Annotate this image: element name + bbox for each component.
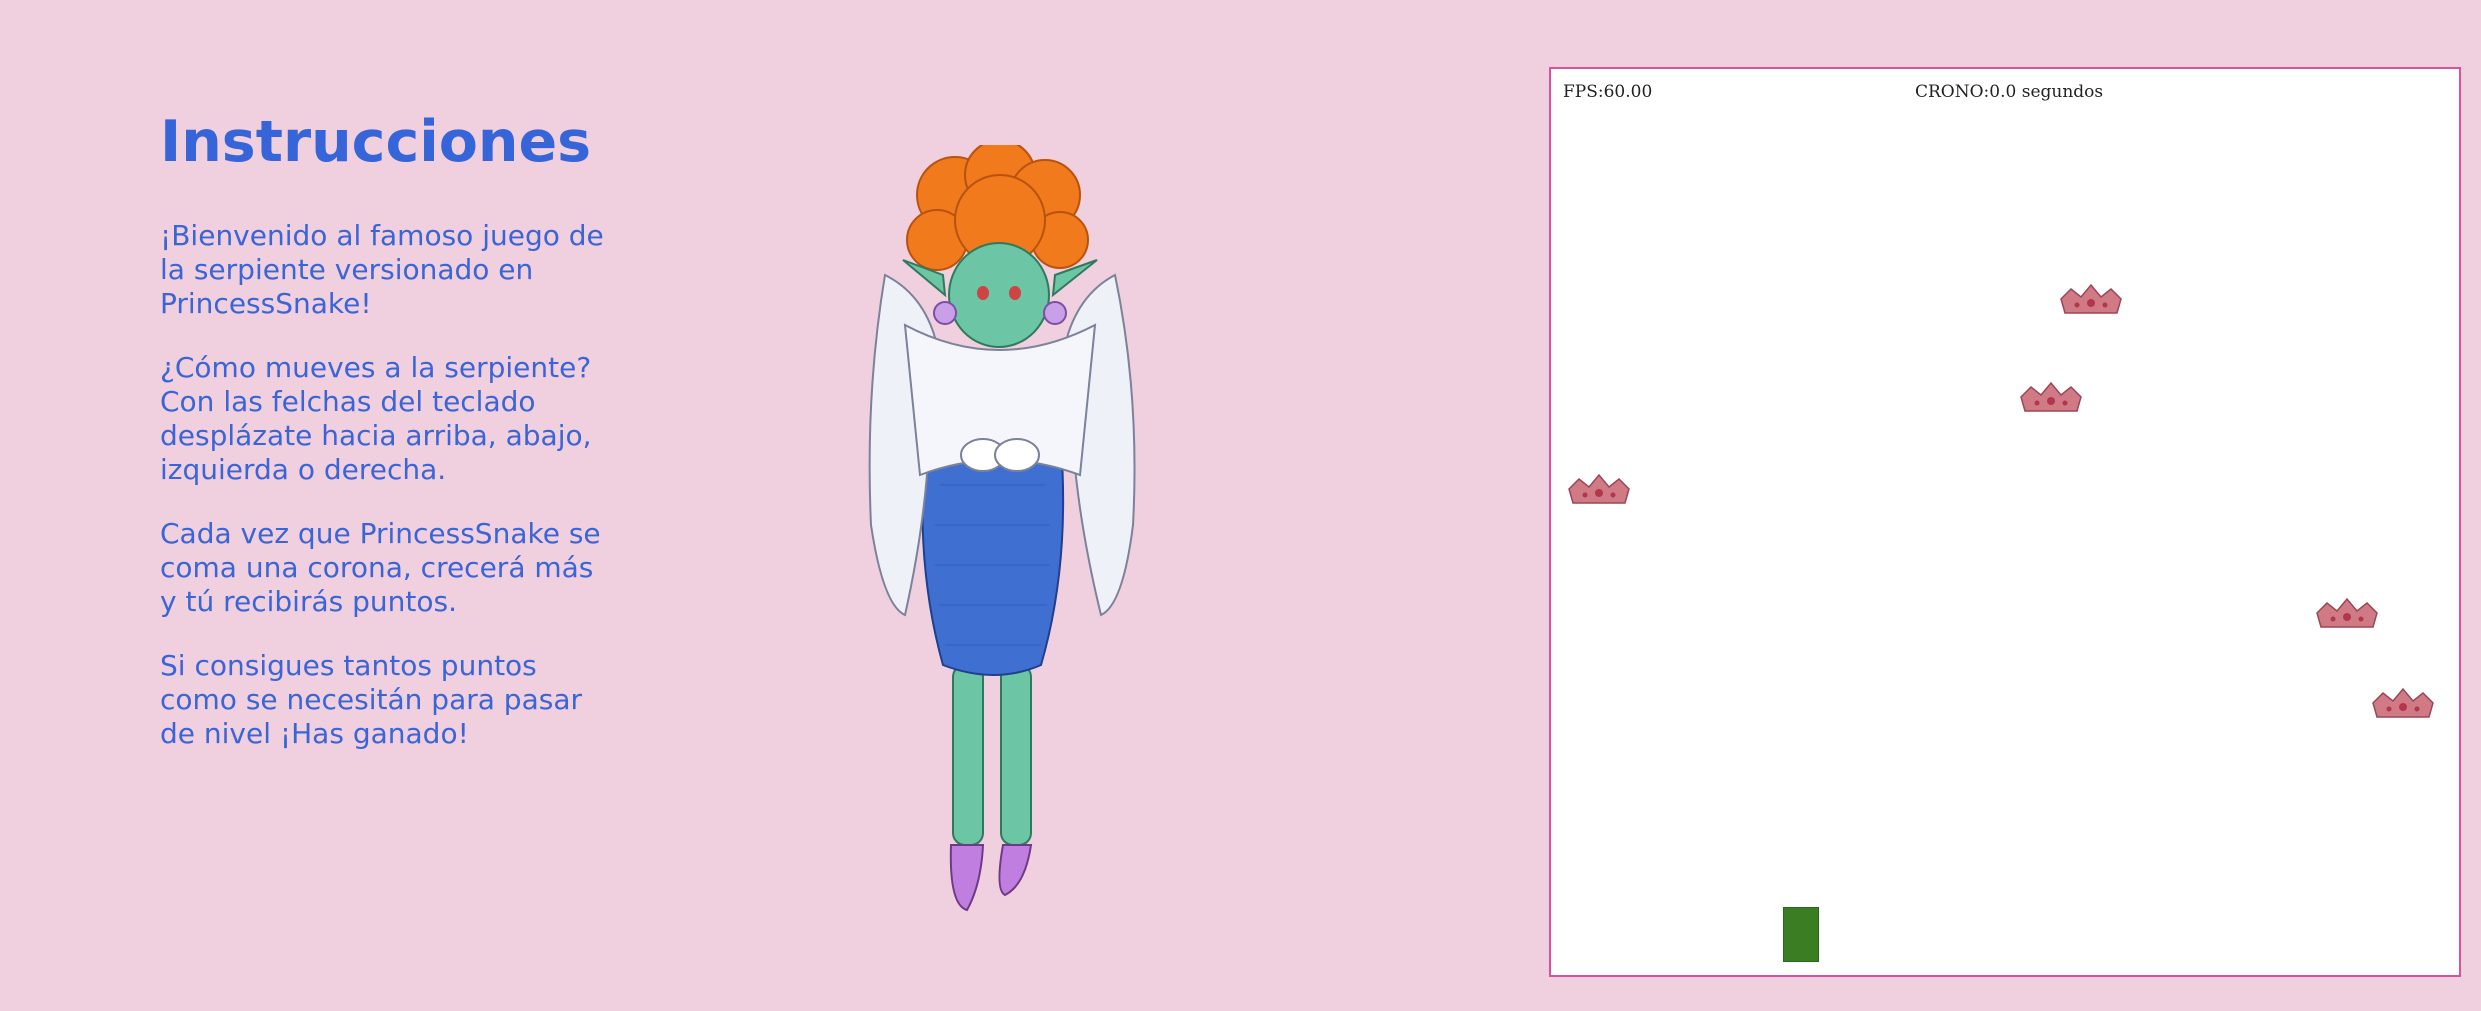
crown-icon (2316, 597, 2378, 628)
crown-icon (2372, 687, 2434, 718)
instructions-paragraph-crowns: Cada vez que PrincessSnake se coma una c… (160, 517, 601, 618)
instructions-paragraph-controls: ¿Cómo mueves a la serpiente? Con las fel… (160, 351, 592, 486)
crown-icon (1568, 473, 1630, 504)
instructions-title: Instrucciones (160, 109, 592, 175)
fps-counter: FPS:60.00 (1563, 82, 1653, 102)
instructions-panel: Instrucciones ¡Bienvenido al famoso jueg… (160, 105, 605, 781)
crono-timer: CRONO:0.0 segundos (1915, 82, 2104, 102)
instructions-paragraph-welcome: ¡Bienvenido al famoso juego de la serpie… (160, 219, 604, 320)
crown-icon (2020, 381, 2082, 412)
crown-icon (2060, 283, 2122, 314)
snake-head (1783, 907, 1819, 962)
instructions-paragraph-win: Si consigues tantos puntos como se neces… (160, 649, 582, 750)
game-canvas[interactable]: FPS:60.00 CRONO:0.0 segundos (1549, 67, 2461, 977)
princess-character-illustration (868, 145, 1136, 912)
